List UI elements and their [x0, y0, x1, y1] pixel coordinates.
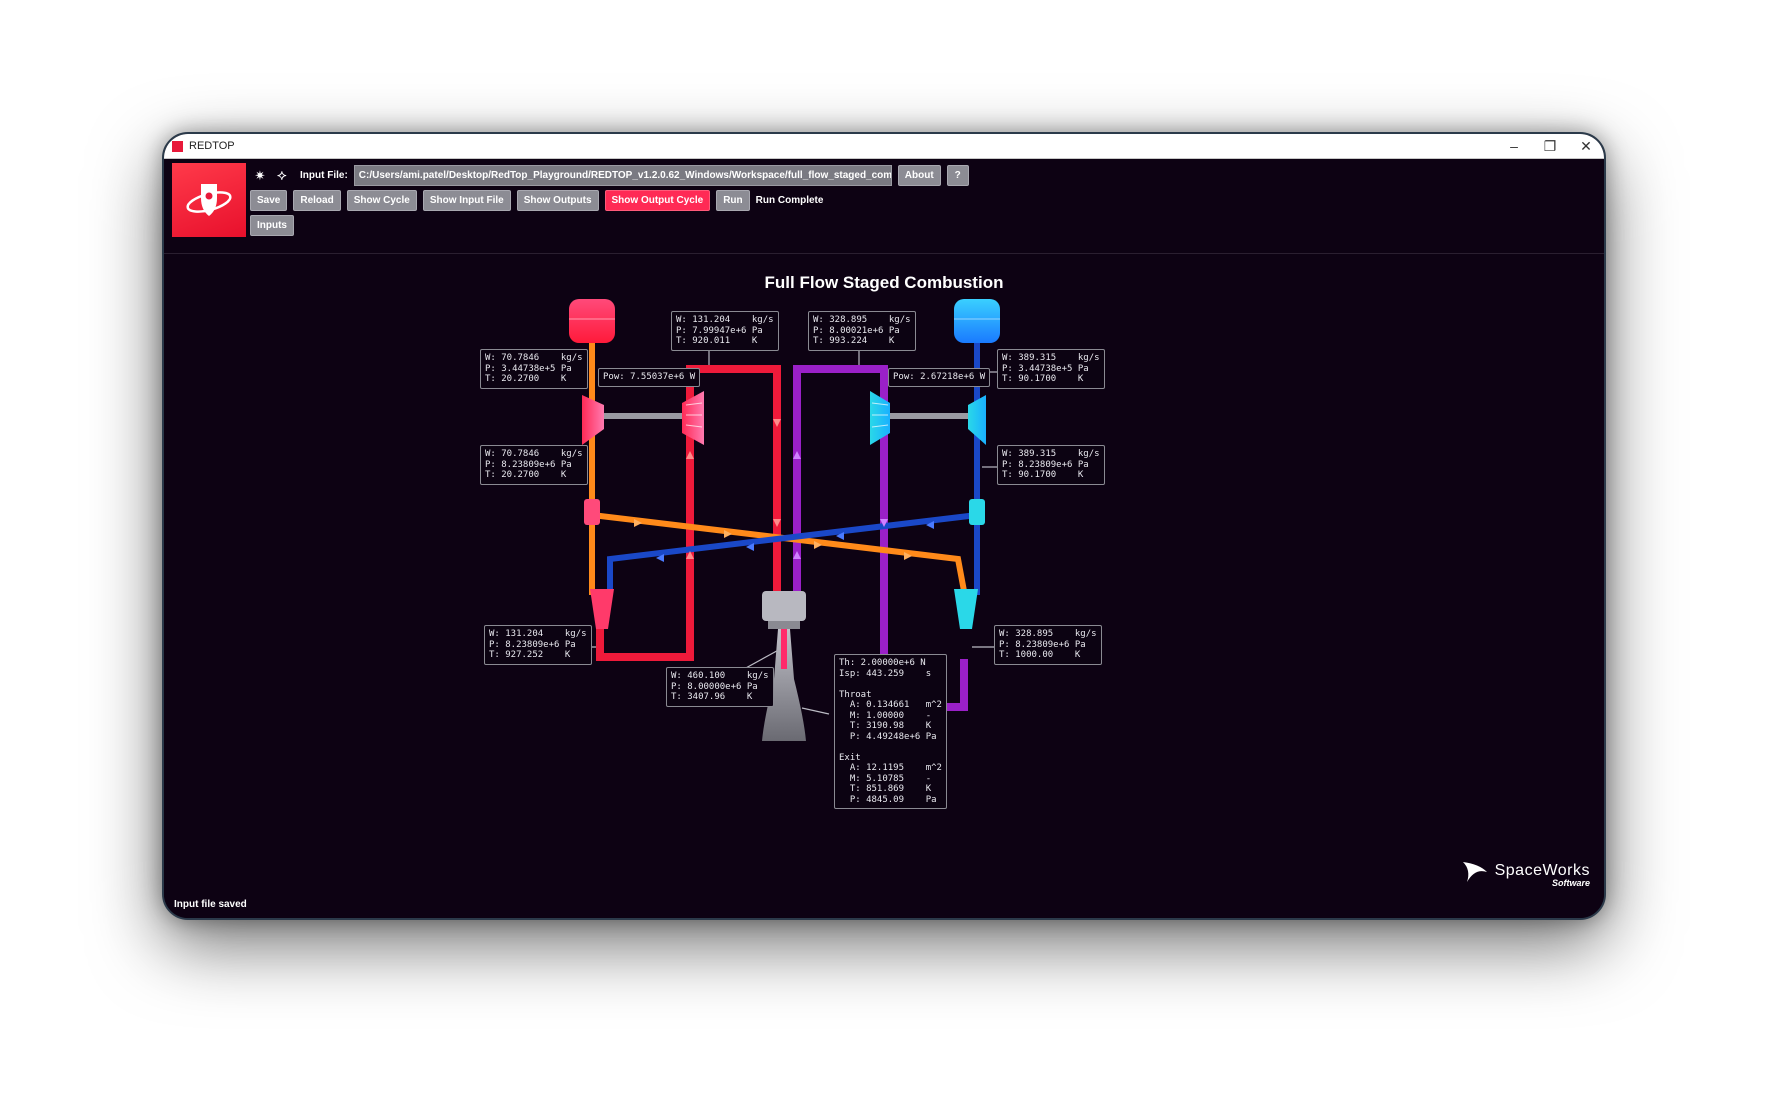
fuel-shaft-power-label: Pow: 7.55037e+6 W — [598, 368, 701, 387]
redtop-small-logo-icon — [172, 140, 183, 152]
oxidizer-tank — [954, 299, 1000, 343]
fuel-preburner — [590, 589, 614, 629]
fuel-pump-outlet-label: W: 70.7846 kg/s P: 8.23809e+6 Pa T: 20.2… — [480, 445, 588, 485]
fuel-tank — [569, 299, 615, 343]
maximize-button[interactable]: ❐ — [1532, 134, 1568, 158]
fuel-turbine — [682, 391, 704, 445]
fuel-valve — [584, 499, 600, 525]
oxidizer-turbine-inlet-label: W: 328.895 kg/s P: 8.23809e+6 Pa T: 1000… — [994, 625, 1102, 665]
oxidizer-valve — [969, 499, 985, 525]
close-button[interactable]: ✕ — [1568, 134, 1604, 158]
status-bar-message: Input file saved — [174, 899, 247, 910]
main-combustion-chamber — [762, 591, 806, 621]
spaceworks-swoosh-icon — [1462, 862, 1487, 882]
fuel-shaft — [604, 413, 688, 419]
oxidizer-shaft — [890, 413, 968, 419]
fuel-turbine-outlet-label: W: 131.204 kg/s P: 7.99947e+6 Pa T: 920.… — [671, 311, 779, 351]
fuel-turbine-inlet-label: W: 131.204 kg/s P: 8.23809e+6 Pa T: 927.… — [484, 625, 592, 665]
title-bar: REDTOP – ❐ ✕ — [164, 134, 1604, 159]
app-window: REDTOP – ❐ ✕ ✷ ⯎ Input File: C:/Users/am… — [162, 132, 1606, 920]
minimize-button[interactable]: – — [1496, 134, 1532, 158]
oxidizer-preburner — [954, 589, 978, 629]
oxidizer-pump-inlet-label: W: 389.315 kg/s P: 3.44738e+5 Pa T: 90.1… — [997, 349, 1105, 389]
chamber-conditions-label: W: 460.100 kg/s P: 8.00000e+6 Pa T: 3407… — [666, 667, 774, 707]
spaceworks-brand: SpaceWorks Software — [1462, 862, 1590, 888]
engine-performance-label: Th: 2.00000e+6 N Isp: 443.259 s Throat A… — [834, 654, 947, 809]
app-body: ✷ ⯎ Input File: C:/Users/ami.patel/Deskt… — [164, 159, 1604, 918]
fuel-pump-inlet-label: W: 70.7846 kg/s P: 3.44738e+5 Pa T: 20.2… — [480, 349, 588, 389]
oxidizer-shaft-power-label: Pow: 2.67218e+6 W — [888, 368, 991, 387]
oxidizer-pump-outlet-label: W: 389.315 kg/s P: 8.23809e+6 Pa T: 90.1… — [997, 445, 1105, 485]
window-title: REDTOP — [189, 140, 235, 152]
oxidizer-turbine-outlet-label: W: 328.895 kg/s P: 8.00021e+6 Pa T: 993.… — [808, 311, 916, 351]
